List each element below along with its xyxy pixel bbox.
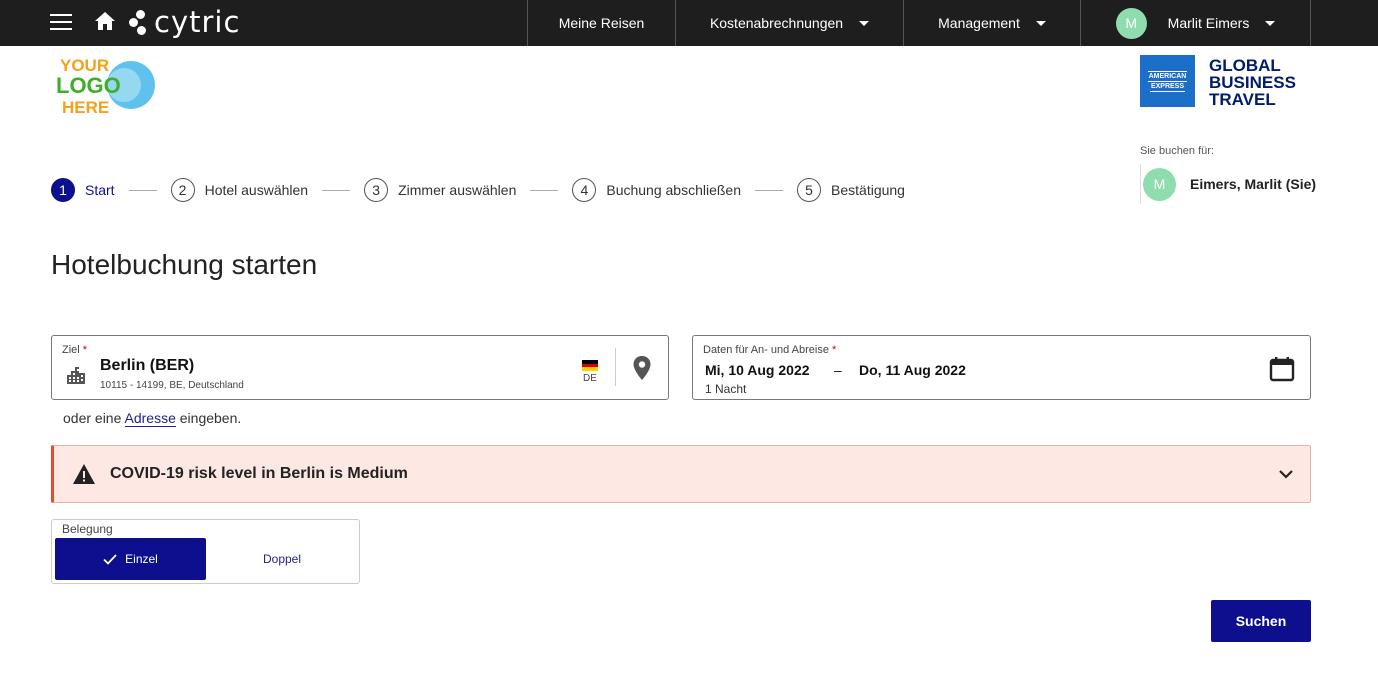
step-label: Zimmer auswählen [398,182,517,198]
check-out-date[interactable]: Do, 11 Aug 2022 [859,362,966,378]
address-hint-suffix: eingeben. [179,410,242,426]
step-number: 2 [170,178,195,202]
occupancy-selector: Belegung Einzel Doppel [51,519,360,584]
booking-for-traveler[interactable]: M Eimers, Marlit (Sie) [1140,164,1316,204]
search-button[interactable]: Suchen [1211,600,1311,642]
avatar: M [1115,7,1147,39]
brand-name: cytric [154,5,241,39]
country-code: DE [583,373,597,384]
field-divider [615,348,616,386]
caret-down-icon [1265,20,1276,26]
amex-gbt-logo: AMERICAN EXPRESS GLOBAL BUSINESS TRAVEL [1140,55,1296,109]
avatar: M [1143,167,1176,201]
step-number: 3 [364,178,389,202]
logo-word-logo: LOGO [56,73,121,98]
traveler-name: Eimers, Marlit (Sie) [1190,176,1317,192]
step-connector [128,189,157,191]
nav-item-label: Management [938,15,1020,31]
amex-word-business: BUSINESS [1209,73,1296,92]
nav-kostenabrechnungen[interactable]: Kostenabrechnungen [675,0,903,46]
company-logo-placeholder: YOUR LOGO HERE [56,56,155,117]
address-hint: oder eine Adresse eingeben. [63,410,242,427]
step-buchung-abschliessen: 4 Buchung abschließen [572,178,741,202]
logo-word-here: HERE [62,98,109,117]
step-label: Buchung abschließen [606,182,742,198]
step-connector [322,189,351,191]
dates-label: Daten für An- und Abreise * [703,344,836,356]
single-room-label: Einzel [125,552,158,566]
step-bestaetigung: 5 Bestätigung [797,178,905,202]
step-hotel-auswaehlen: 2 Hotel auswählen [170,178,309,202]
booking-for-label: Sie buchen für: [1140,145,1214,157]
occupancy-label: Belegung [62,522,113,536]
germany-flag-icon [582,360,598,371]
check-icon [103,553,117,565]
location-pin-icon[interactable] [632,355,652,381]
double-room-button[interactable]: Doppel [207,538,357,580]
destination-field[interactable]: Ziel * Berlin (BER) 10115 - 14199, BE, D… [51,335,669,400]
required-marker: * [82,344,88,356]
caret-down-icon [1035,20,1046,26]
step-start: 1 Start [51,178,115,202]
nights-count: 1 Nacht [705,382,747,396]
amex-word-global: GLOBAL [1209,56,1281,75]
date-separator: – [834,362,842,378]
top-navigation-bar: cytric Meine Reisen Kostenabrechnungen M… [0,0,1378,46]
step-label: Start [85,182,115,198]
nav-meine-reisen[interactable]: Meine Reisen [527,0,675,46]
page-title: Hotelbuchung starten [51,249,318,280]
chevron-down-icon[interactable] [1276,464,1296,484]
menu-icon[interactable] [50,14,72,30]
home-icon[interactable] [94,11,116,31]
amex-word-travel: TRAVEL [1209,90,1276,109]
destination-label: Ziel * [62,344,87,356]
step-connector [755,189,784,191]
warning-icon [73,464,95,484]
nav-item-label: Meine Reisen [558,15,645,31]
required-marker: * [832,344,837,356]
amex-word-express: EXPRESS [1149,82,1186,92]
caret-down-icon [859,20,870,26]
destination-value: Berlin (BER) [100,357,195,374]
covid-risk-banner[interactable]: COVID-19 risk level in Berlin is Medium [51,445,1311,503]
destination-label-text: Ziel [62,344,80,356]
dates-label-text: Daten für An- und Abreise [703,344,829,356]
cytric-logo[interactable]: cytric [128,4,240,40]
check-in-date[interactable]: Mi, 10 Aug 2022 [705,362,810,378]
nav-item-label: Kostenabrechnungen [709,15,844,31]
step-number: 1 [51,178,75,202]
nav-user-menu[interactable]: M Marlit Eimers [1080,0,1311,46]
step-number: 4 [572,178,597,202]
amex-word-american: AMERICAN [1147,70,1188,82]
address-hint-prefix: oder eine [63,410,122,426]
step-label: Bestätigung [831,182,905,198]
address-link[interactable]: Adresse [124,410,176,427]
cytric-logo-mark-icon [128,7,150,37]
booking-stepper: 1 Start 2 Hotel auswählen 3 Zimmer auswä… [51,177,905,203]
amex-box-logo: AMERICAN EXPRESS [1140,55,1195,107]
single-room-button[interactable]: Einzel [55,538,206,580]
nav-user-name: Marlit Eimers [1167,15,1250,31]
step-number: 5 [797,178,822,202]
step-connector [530,189,559,191]
step-zimmer-auswaehlen: 3 Zimmer auswählen [364,178,516,202]
step-label: Hotel auswählen [204,182,309,198]
destination-sub: 10115 - 14199, BE, Deutschland [100,380,244,391]
travel-dates-field[interactable]: Daten für An- und Abreise * Mi, 10 Aug 2… [692,335,1311,400]
covid-risk-text: COVID-19 risk level in Berlin is Medium [110,465,408,482]
calendar-icon[interactable] [1269,356,1295,382]
amex-gbt-wordmark: GLOBAL BUSINESS TRAVEL [1209,57,1296,108]
city-icon [67,367,85,384]
nav-management[interactable]: Management [903,0,1080,46]
